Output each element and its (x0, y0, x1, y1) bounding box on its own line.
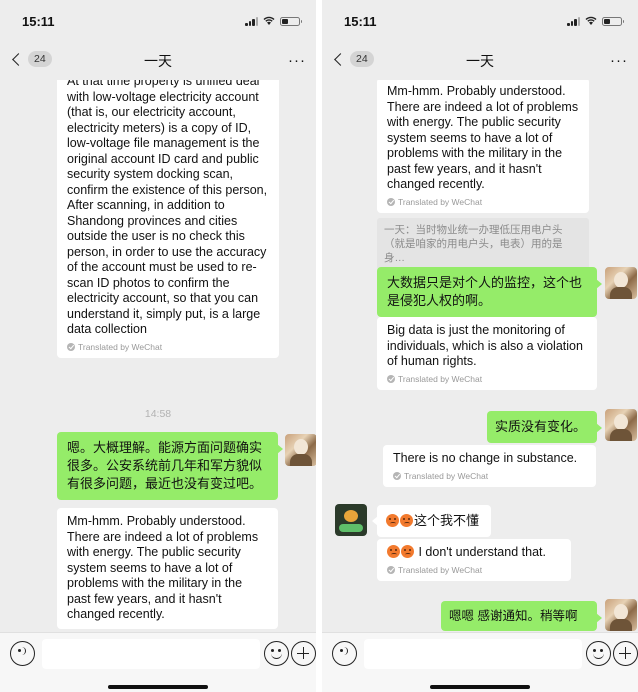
message-bubble[interactable]: At that time property is unified deal wi… (57, 80, 279, 358)
sad-face-icon (387, 545, 400, 558)
message-bubble-sent[interactable]: 嗯嗯 感谢通知。稍等啊 (441, 601, 602, 631)
back-button[interactable]: 24 (332, 51, 374, 67)
message-text: Big data is just the monitoring of indiv… (387, 323, 583, 368)
translation-bubble[interactable]: Big data is just the monitoring of indiv… (377, 317, 597, 390)
voice-icon[interactable] (332, 641, 357, 666)
battery-icon (602, 16, 624, 26)
chat-header: 24 一天 ··· (322, 42, 638, 80)
translation-note: Translated by WeChat (387, 197, 579, 207)
left-phone-screen: 15:11 24 一天 ··· At that time property is… (0, 0, 316, 692)
message-list[interactable]: At that time property is unified deal wi… (0, 80, 316, 632)
sad-face-icon (400, 514, 413, 527)
quoted-message[interactable]: 一天：当时物业统一办理低压用电户头（就是咱家的用电户头，电表）用的是身… (377, 218, 589, 270)
check-icon (387, 374, 395, 383)
my-avatar[interactable] (605, 409, 637, 441)
sad-face-icon (386, 514, 399, 527)
plus-icon[interactable] (291, 641, 316, 666)
smile-icon[interactable] (586, 641, 611, 666)
status-time: 15:11 (22, 13, 55, 29)
signal-icon (245, 16, 258, 26)
translation-note: Translated by WeChat (387, 565, 561, 575)
chat-title: 一天 (144, 53, 172, 69)
chevron-left-icon (334, 52, 347, 66)
unread-badge: 24 (350, 51, 374, 67)
message-text: I don't understand that. (387, 545, 561, 561)
smile-icon[interactable] (264, 641, 289, 666)
message-text: 这个我不懂 (414, 513, 480, 528)
message-text: Mm-hmm. Probably understood. There are i… (387, 84, 579, 191)
translation-note: Translated by WeChat (67, 342, 269, 352)
more-button[interactable]: ··· (288, 52, 306, 69)
unread-badge: 24 (28, 51, 52, 67)
status-bar: 15:11 (322, 0, 638, 42)
chevron-left-icon (12, 52, 25, 66)
back-button[interactable]: 24 (10, 51, 52, 67)
translation-note: Translated by WeChat (387, 374, 587, 384)
message-text: 嗯。大概理解。能源方面问题确实很多。公安系统前几年和军方貌似有很多问题，最近也没… (67, 440, 263, 491)
message-text: Mm-hmm. Probably understood. There are i… (67, 514, 259, 621)
message-bubble-received[interactable]: 这个我不懂 (372, 505, 491, 537)
input-bar (0, 632, 316, 692)
home-indicator (108, 685, 208, 689)
message-text: 嗯嗯 感谢通知。稍等啊 (449, 609, 578, 623)
message-text: 大数据只是对个人的监控，这个也是侵犯人权的啊。 (387, 275, 583, 308)
plus-icon[interactable] (613, 641, 638, 666)
chat-title: 一天 (466, 53, 494, 69)
message-bubble-sent[interactable]: 嗯。大概理解。能源方面问题确实很多。公安系统前几年和军方貌似有很多问题，最近也没… (57, 432, 283, 500)
translation-bubble[interactable]: There is no change in substance. Transla… (383, 445, 596, 487)
contact-avatar[interactable] (335, 504, 367, 536)
battery-icon (280, 16, 302, 26)
wifi-icon (263, 16, 275, 25)
my-avatar[interactable] (605, 599, 637, 631)
wifi-icon (585, 16, 597, 25)
message-list[interactable]: Mm-hmm. Probably understood. There are i… (322, 80, 638, 632)
check-icon (67, 342, 75, 351)
signal-icon (567, 16, 580, 26)
translation-bubble[interactable]: Mm-hmm. Probably understood. There are i… (57, 508, 278, 629)
message-text: At that time property is unified deal wi… (67, 80, 268, 336)
message-bubble-sent[interactable]: 实质没有变化。 (487, 411, 602, 443)
message-text: 实质没有变化。 (495, 419, 587, 434)
more-button[interactable]: ··· (610, 52, 628, 69)
sad-face-icon (401, 545, 414, 558)
message-text: There is no change in substance. (393, 451, 578, 465)
my-avatar[interactable] (605, 267, 637, 299)
message-input[interactable] (42, 639, 260, 669)
my-avatar[interactable] (285, 434, 316, 466)
check-icon (387, 565, 395, 574)
message-input[interactable] (364, 639, 582, 669)
voice-icon[interactable] (10, 641, 35, 666)
right-phone-screen: 15:11 24 一天 ··· Mm-hmm. Probably underst… (322, 0, 638, 692)
check-icon (393, 471, 401, 480)
input-bar (322, 632, 638, 692)
check-icon (387, 197, 395, 206)
home-indicator (430, 685, 530, 689)
translation-bubble[interactable]: I don't understand that. Translated by W… (377, 539, 571, 581)
status-bar: 15:11 (0, 0, 316, 42)
translation-bubble[interactable]: Mm-hmm. Probably understood. There are i… (377, 80, 589, 213)
translation-note: Translated by WeChat (393, 471, 586, 481)
message-timestamp: 14:58 (144, 408, 172, 420)
message-bubble-sent[interactable]: 大数据只是对个人的监控，这个也是侵犯人权的啊。 (377, 267, 602, 317)
chat-header: 24 一天 ··· (0, 42, 316, 80)
status-time: 15:11 (344, 13, 377, 29)
